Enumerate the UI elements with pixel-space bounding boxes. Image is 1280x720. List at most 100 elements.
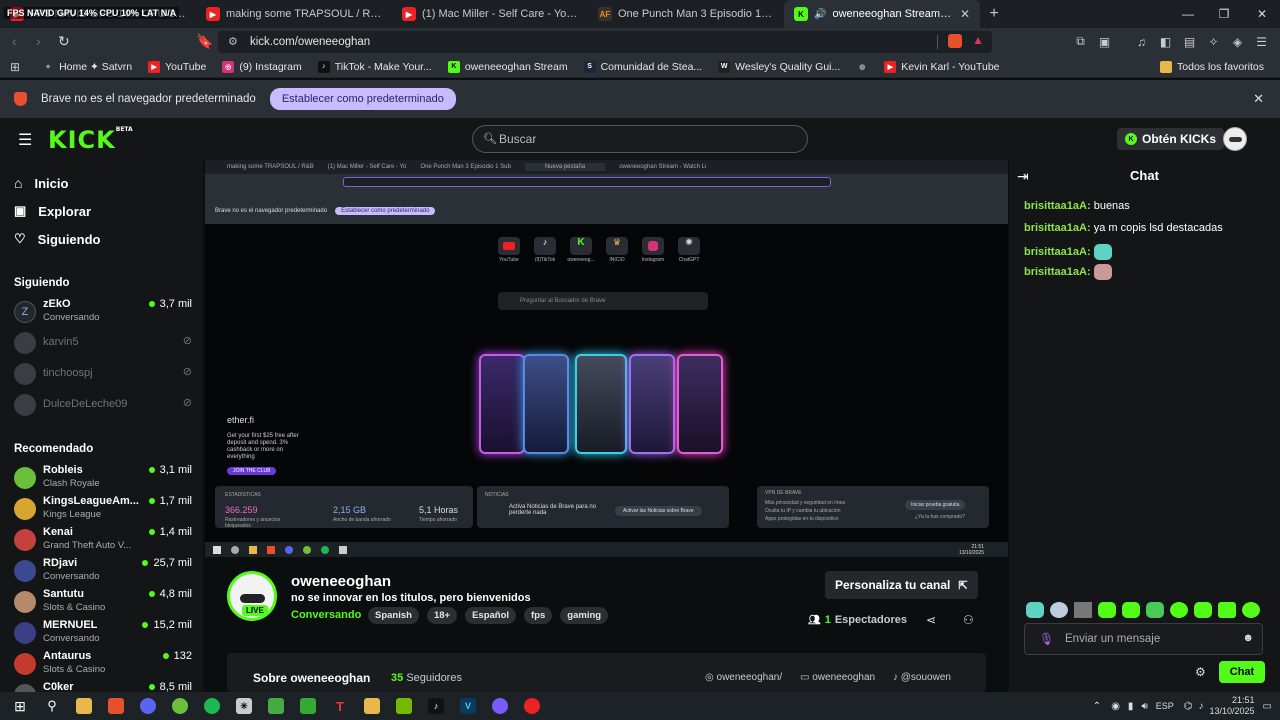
brave-shields-icon[interactable] [948, 34, 962, 48]
chat-username[interactable]: brisittaa1aA: [1024, 246, 1091, 258]
network-icon[interactable]: ⌬ [1184, 701, 1193, 712]
browser-tab[interactable]: ▶ making some TRAPSOUL / R&B - YouTube [196, 0, 392, 28]
bookmark-item[interactable]: ◍ [856, 61, 868, 73]
emote-icon[interactable] [1098, 602, 1116, 618]
url-bar[interactable]: ⚙ kick.com/oweneeoghan ▲ [218, 31, 992, 53]
recommended-channel[interactable]: Antaurus Slots & Casino 132 [14, 650, 192, 680]
emote-icon[interactable] [1074, 602, 1092, 618]
add-friend-icon[interactable]: ⚇ [963, 613, 974, 627]
taskbar-app[interactable]: V [452, 692, 484, 720]
new-tab-button[interactable]: + [980, 0, 1008, 28]
emoji-icon[interactable]: ☻ [1242, 632, 1254, 644]
chat-username[interactable]: brisittaa1aA: [1024, 266, 1091, 278]
clock[interactable]: 21:51 13/10/2025 [1210, 695, 1255, 717]
tag[interactable]: 18+ [426, 607, 458, 624]
brave-rewards-icon[interactable]: ▲ [972, 33, 984, 47]
following-channel[interactable]: Z zEkO Conversando 3,7 mil [14, 298, 192, 328]
following-channel-offline[interactable]: karvin5 ⊘ [14, 329, 192, 359]
maximize-button[interactable]: ❐ [1206, 0, 1242, 28]
social-tiktok[interactable]: ♪ @souowen [893, 672, 951, 683]
taskbar-app[interactable] [516, 692, 548, 720]
chat-username[interactable]: brisittaa1aA: [1024, 200, 1091, 212]
taskbar-app[interactable] [196, 692, 228, 720]
taskbar-app[interactable]: T [324, 692, 356, 720]
browser-tab-active[interactable]: K 🔊 oweneeoghan Stream - Watch Live on K… [784, 0, 980, 28]
start-button[interactable]: ⊞ [4, 692, 36, 720]
tag[interactable]: fps [524, 607, 553, 624]
emote-icon[interactable] [1026, 602, 1044, 618]
taskbar-app[interactable] [68, 692, 100, 720]
taskbar-app[interactable] [292, 692, 324, 720]
tray-icon[interactable]: ◉ [1111, 701, 1120, 712]
leo-ai-icon[interactable]: ✧ [1206, 34, 1221, 49]
emote-icon[interactable] [1218, 602, 1236, 618]
back-icon[interactable]: ‹ [12, 33, 17, 49]
sidebar-icon[interactable]: ◧ [1158, 34, 1173, 49]
stream-category[interactable]: Conversando [291, 609, 361, 621]
site-info-icon[interactable]: ⚙ [228, 35, 238, 48]
taskbar-app[interactable] [164, 692, 196, 720]
language-indicator[interactable]: ESP [1156, 701, 1174, 711]
recommended-channel[interactable]: Santutu Slots & Casino 4,8 mil [14, 588, 192, 618]
emote-icon[interactable] [1194, 602, 1212, 618]
browser-tab[interactable]: AF One Punch Man 3 Episodio 1 Sub Esp [588, 0, 784, 28]
recommended-channel[interactable]: RDjavi Conversando 25,7 mil [14, 557, 192, 587]
channel-name[interactable]: oweneeoghan [291, 573, 391, 590]
forward-icon[interactable]: › [36, 33, 41, 49]
bookmark-item[interactable]: W Wesley's Quality Gui... [718, 60, 840, 73]
taskbar-app[interactable] [132, 692, 164, 720]
tray-icon[interactable]: ▮ [1128, 701, 1134, 712]
kick-logo[interactable]: KICKBETA [48, 126, 133, 154]
emote-icon[interactable] [1050, 602, 1068, 618]
search-input[interactable]: 🔍︎ Buscar [472, 125, 808, 153]
taskbar-app[interactable] [484, 692, 516, 720]
nav-following[interactable]: ♡ Siguiendo [14, 231, 101, 247]
bookmark-item[interactable]: ◎ (9) Instagram [222, 60, 302, 73]
minimize-button[interactable]: — [1170, 0, 1206, 28]
share-icon[interactable]: ⋖ [926, 613, 936, 627]
all-bookmarks-folder[interactable]: Todos los favoritos [1160, 60, 1264, 73]
following-channel-offline[interactable]: DulceDeLeche09 ⊘ [14, 391, 192, 421]
bookmark-icon[interactable]: 🔖 [196, 33, 213, 50]
get-kicks-button[interactable]: K Obtén KICKs [1117, 128, 1225, 150]
nav-home[interactable]: ⌂ Inicio [14, 175, 68, 191]
tag[interactable]: Spanish [368, 607, 419, 624]
send-chat-button[interactable]: Chat [1219, 661, 1265, 683]
set-default-button[interactable]: Establecer como predeterminado [269, 88, 456, 110]
bookmark-item[interactable]: ▶ Kevin Karl - YouTube [884, 60, 1000, 73]
bookmark-item[interactable]: ▶ YouTube [148, 60, 206, 73]
following-channel-offline[interactable]: tinchoospj ⊘ [14, 360, 192, 390]
taskbar-app[interactable] [100, 692, 132, 720]
extensions-icon[interactable]: ⧉ [1073, 34, 1088, 49]
speaker-icon[interactable]: ♪ [1199, 701, 1204, 712]
apps-grid-icon[interactable]: ⊞ [10, 60, 20, 74]
emote-icon[interactable] [1122, 602, 1140, 618]
media-icon[interactable]: ♫ [1134, 34, 1149, 49]
microphone-icon[interactable]: 🎙︎ [1039, 632, 1054, 646]
recommended-channel[interactable]: MERNUEL Conversando 15,2 mil [14, 619, 192, 649]
recommended-channel[interactable]: C0ker 8,5 mil [14, 681, 192, 692]
tag[interactable]: gaming [560, 607, 609, 624]
taskbar-app[interactable]: ♪ [420, 692, 452, 720]
tag[interactable]: Español [465, 607, 517, 624]
bookmark-item[interactable]: ✦ Home ✦ Satvrn [42, 61, 132, 73]
taskbar-app[interactable] [260, 692, 292, 720]
emote-icon[interactable] [1146, 602, 1164, 618]
bookmark-item[interactable]: ♪ TikTok - Make Your... [317, 60, 432, 73]
close-tab-icon[interactable]: ✕ [960, 7, 970, 21]
video-player[interactable]: making some TRAPSOUL / R&B (1) Mac Mille… [205, 160, 1008, 557]
recommended-channel[interactable]: Robleis Clash Royale 3,1 mil [14, 464, 192, 494]
bookmark-item[interactable]: Koweneeoghan Stream [447, 60, 568, 73]
taskbar-app[interactable] [356, 692, 388, 720]
screenshot-icon[interactable]: ▣ [1097, 34, 1112, 49]
reload-icon[interactable]: ↻ [58, 33, 70, 50]
notifications-icon[interactable]: ▭ [1263, 701, 1272, 712]
menu-icon[interactable]: ☰ [1254, 34, 1269, 49]
nav-explore[interactable]: ▣ Explorar [14, 203, 91, 219]
hamburger-menu-icon[interactable]: ☰ [18, 130, 32, 150]
user-avatar[interactable] [1223, 127, 1247, 151]
vpn-icon[interactable]: ◈ [1230, 34, 1245, 49]
chat-input[interactable]: 🎙︎ Enviar un mensaje ☻ [1024, 623, 1263, 655]
emote-icon[interactable] [1170, 602, 1188, 618]
bookmark-item[interactable]: S Comunidad de Stea... [583, 60, 702, 73]
